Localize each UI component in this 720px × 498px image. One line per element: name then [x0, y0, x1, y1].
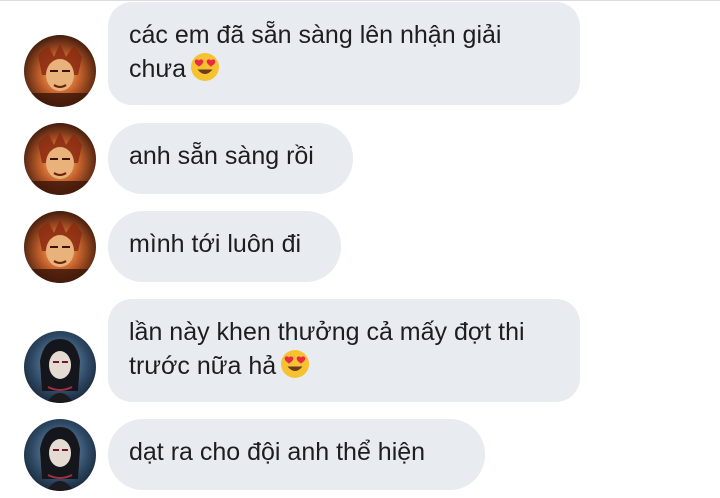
message-text: các em đã sẵn sàng lên nhận giải chưa	[129, 21, 502, 83]
avatar[interactable]	[24, 331, 96, 403]
avatar[interactable]	[24, 35, 96, 107]
heart-eyes-emoji-icon	[190, 52, 220, 82]
avatar-image-icon	[24, 211, 96, 283]
heart-eyes-emoji-icon	[280, 349, 310, 379]
top-divider	[0, 0, 720, 1]
message-text: anh sẵn sàng rồi	[129, 142, 314, 170]
message-text: dạt ra cho đội anh thể hiện	[129, 438, 426, 466]
message-text: mình tới luôn đi	[129, 230, 302, 258]
message-bubble[interactable]: lần này khen thưởng cả mấy đợt thi trước…	[108, 299, 580, 402]
message-bubble[interactable]: dạt ra cho đội anh thể hiện	[108, 419, 485, 490]
avatar-image-icon	[24, 331, 96, 403]
avatar[interactable]	[24, 123, 96, 195]
avatar-image-icon	[24, 123, 96, 195]
message-text: lần này khen thưởng cả mấy đợt thi trước…	[129, 318, 525, 380]
avatar-image-icon	[24, 419, 96, 491]
message-bubble[interactable]: mình tới luôn đi	[108, 211, 341, 282]
avatar[interactable]	[24, 211, 96, 283]
message-bubble[interactable]: anh sẵn sàng rồi	[108, 123, 353, 194]
avatar[interactable]	[24, 419, 96, 491]
message-bubble[interactable]: các em đã sẵn sàng lên nhận giải chưa	[108, 2, 580, 105]
avatar-image-icon	[24, 35, 96, 107]
